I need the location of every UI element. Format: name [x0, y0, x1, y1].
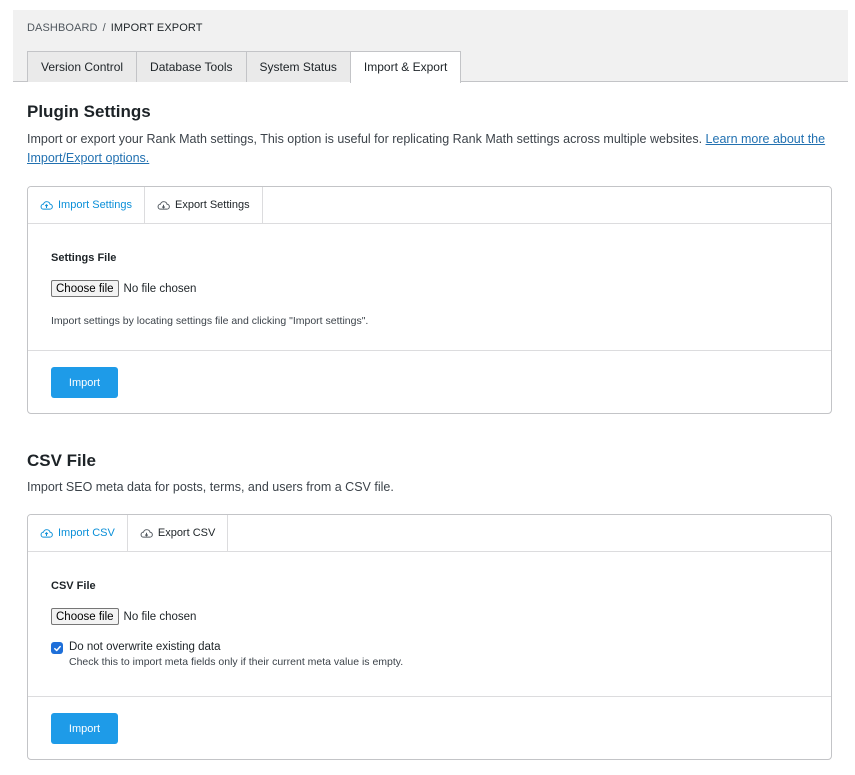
- checkmark-icon: [53, 645, 61, 651]
- nav-tabs: Version Control Database Tools System St…: [27, 51, 462, 83]
- csv-footer: Import: [28, 696, 831, 759]
- tab-import-export[interactable]: Import & Export: [349, 51, 462, 83]
- tab-export-csv[interactable]: Export CSV: [128, 515, 229, 551]
- breadcrumb: DASHBOARD / IMPORT EXPORT: [27, 22, 203, 34]
- csv-file-title: CSV File: [27, 451, 96, 470]
- plugin-settings-footer: Import: [28, 350, 831, 413]
- overwrite-checkbox-label[interactable]: Do not overwrite existing data: [69, 641, 403, 653]
- plugin-settings-card: Import Settings Export Settings Settings…: [27, 186, 832, 414]
- cloud-upload-icon: [40, 527, 53, 540]
- tab-import-settings[interactable]: Import Settings: [28, 187, 145, 223]
- no-file-text: No file chosen: [123, 282, 197, 295]
- overwrite-checkbox-help: Check this to import meta fields only if…: [69, 656, 404, 668]
- cloud-download-icon: [157, 199, 170, 212]
- overwrite-option: Do not overwrite existing data Check thi…: [51, 641, 403, 668]
- tab-import-settings-label: Import Settings: [58, 199, 132, 211]
- breadcrumb-current: IMPORT EXPORT: [110, 22, 203, 34]
- tab-database-tools[interactable]: Database Tools: [136, 51, 247, 82]
- tab-export-settings-label: Export Settings: [174, 199, 250, 211]
- csv-card: Import CSV Export CSV CSV File Choose fi…: [27, 514, 832, 760]
- choose-file-button[interactable]: Choose file: [51, 280, 119, 297]
- plugin-settings-tabs: Import Settings Export Settings: [28, 187, 831, 224]
- breadcrumb-dashboard[interactable]: DASHBOARD: [27, 22, 98, 34]
- tab-import-csv[interactable]: Import CSV: [28, 515, 128, 551]
- no-csv-file-text: No file chosen: [123, 610, 197, 623]
- settings-file-label: Settings File: [51, 252, 117, 264]
- cloud-download-icon: [140, 527, 153, 540]
- tab-import-csv-label: Import CSV: [58, 527, 115, 539]
- tab-system-status[interactable]: System Status: [245, 51, 351, 82]
- import-csv-button[interactable]: Import: [51, 713, 118, 744]
- settings-file-input: Choose file No file chosen: [51, 280, 196, 297]
- csv-body: CSV File Choose file No file chosen Do n…: [28, 552, 831, 696]
- tab-version-control[interactable]: Version Control: [27, 51, 138, 82]
- plugin-settings-body: Settings File Choose file No file chosen…: [28, 224, 831, 350]
- breadcrumb-separator: /: [102, 22, 106, 34]
- choose-csv-file-button[interactable]: Choose file: [51, 608, 119, 625]
- cloud-upload-icon: [40, 199, 53, 212]
- csv-file-label: CSV File: [51, 580, 96, 592]
- import-settings-button[interactable]: Import: [51, 367, 118, 398]
- plugin-settings-title: Plugin Settings: [27, 102, 151, 121]
- top-header: DASHBOARD / IMPORT EXPORT Version Control …: [13, 10, 848, 83]
- plugin-settings-description: Import or export your Rank Math settings…: [27, 130, 837, 168]
- tab-export-csv-label: Export CSV: [157, 527, 216, 539]
- settings-help-text: Import settings by locating settings fil…: [51, 315, 369, 327]
- tab-export-settings[interactable]: Export Settings: [145, 187, 263, 223]
- plugin-settings-description-text: Import or export your Rank Math settings…: [27, 132, 706, 146]
- overwrite-checkbox[interactable]: [51, 642, 63, 654]
- csv-tabs: Import CSV Export CSV: [28, 515, 831, 552]
- csv-file-input: Choose file No file chosen: [51, 608, 196, 625]
- csv-file-description: Import SEO meta data for posts, terms, a…: [27, 480, 394, 494]
